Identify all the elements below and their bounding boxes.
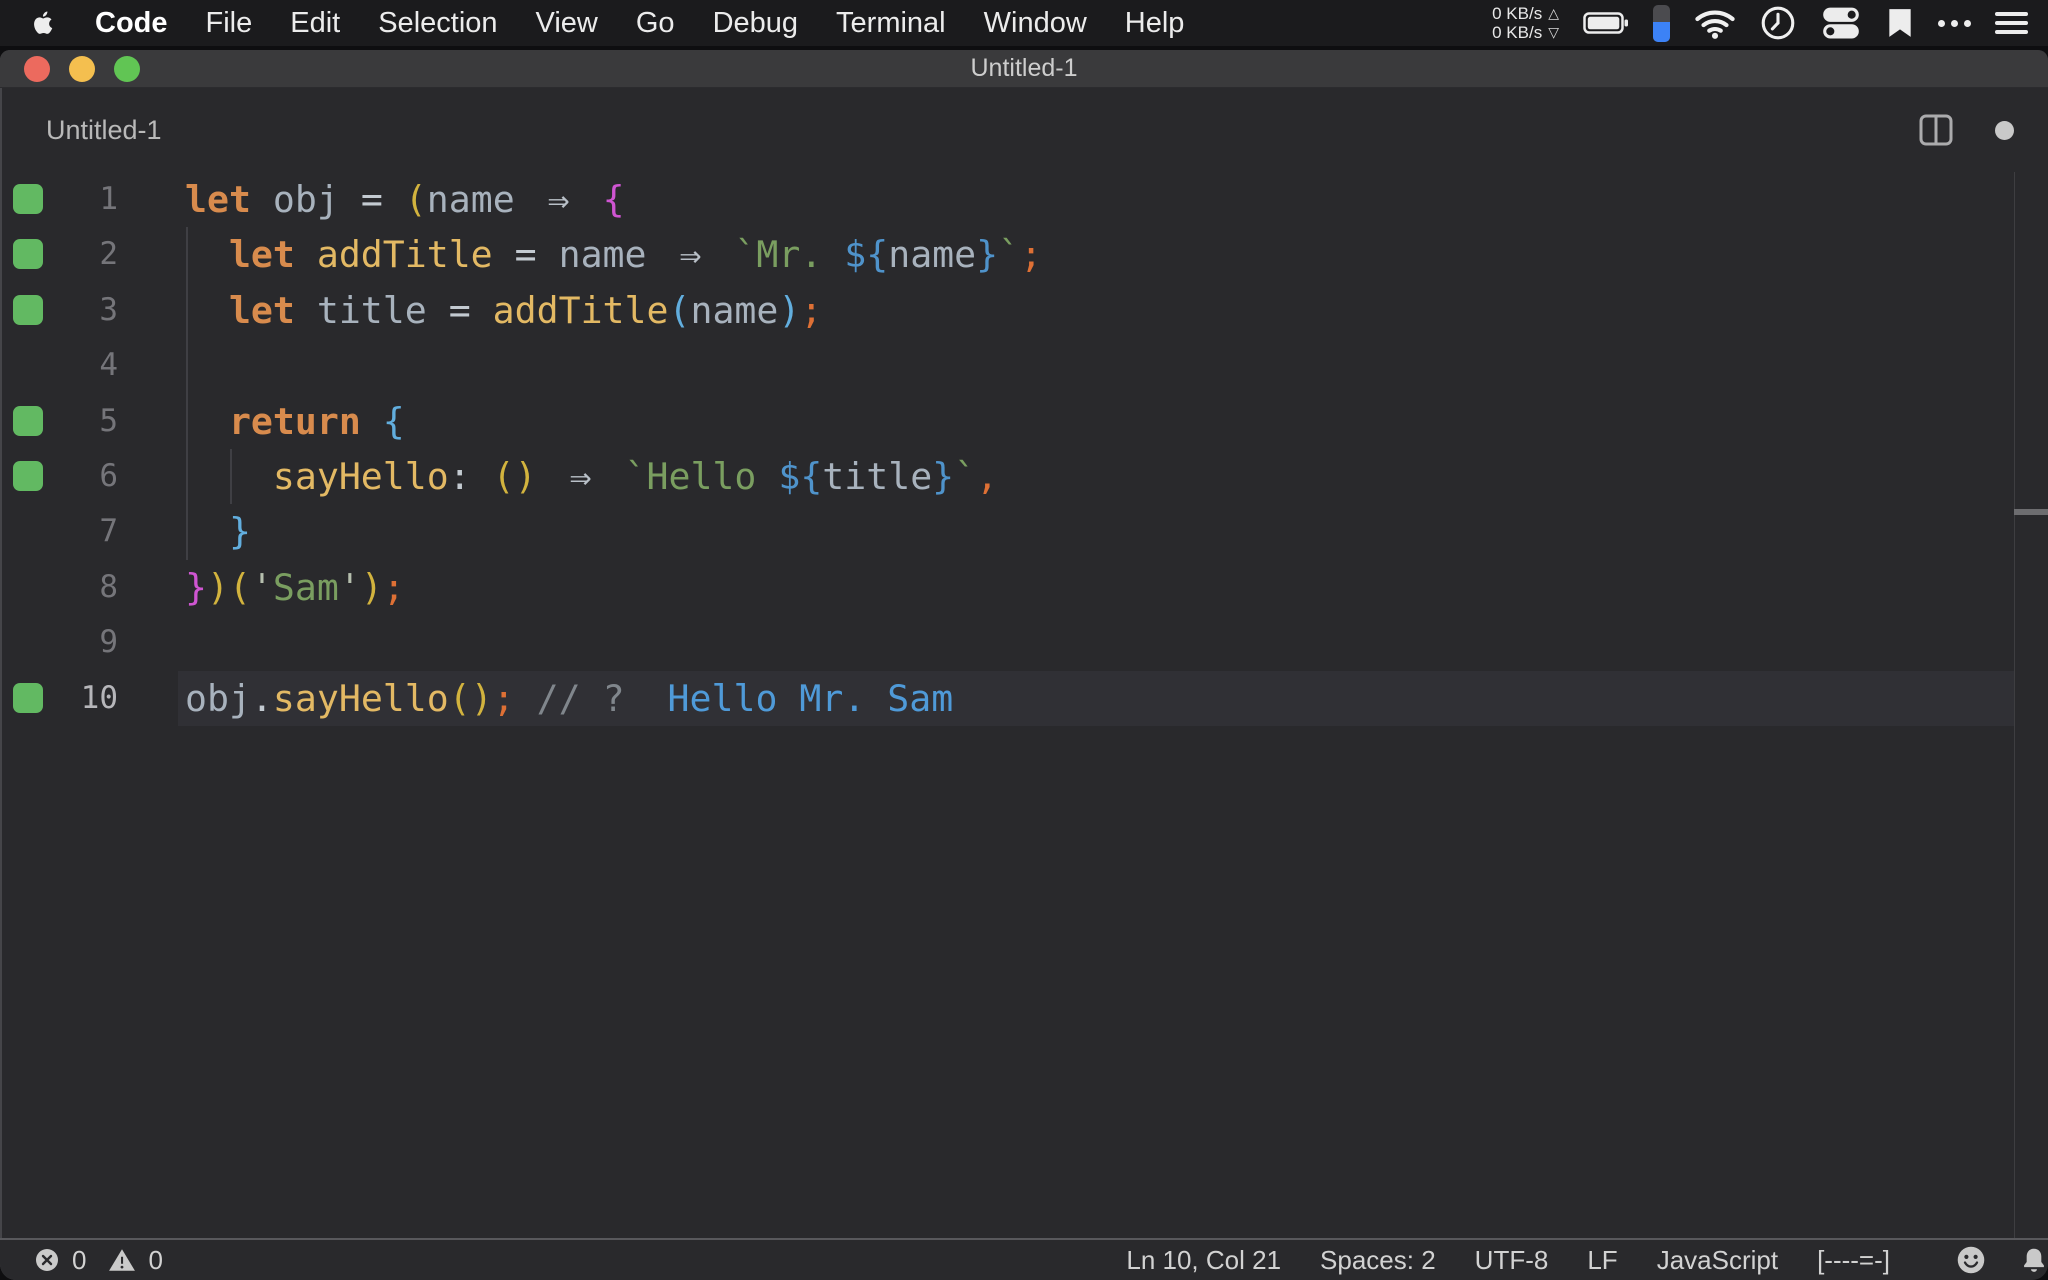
code-editor[interactable]: 1 let obj = (name ⇒ {2 let addTitle = nam… xyxy=(0,172,2048,1238)
code-text: let addTitle = name ⇒ `Mr. ${name}`; xyxy=(185,233,1043,277)
apple-menu-icon[interactable] xyxy=(30,9,54,37)
code-text: return { xyxy=(185,399,405,443)
unsaved-changes-dot[interactable] xyxy=(1995,120,2014,140)
coverage-square xyxy=(13,184,43,214)
menu-item-edit[interactable]: Edit xyxy=(290,7,340,40)
status-item-ln-10-col-21[interactable]: Ln 10, Col 21 xyxy=(1126,1245,1281,1276)
line-number[interactable]: 8 xyxy=(0,560,124,615)
code-line-8[interactable]: 8 })('Sam'); xyxy=(0,560,2048,615)
menu-item-terminal[interactable]: Terminal xyxy=(836,7,946,40)
upload-triangle-icon: △ xyxy=(1548,5,1559,21)
menu-item-window[interactable]: Window xyxy=(984,7,1087,40)
code-text: let title = addTitle(name); xyxy=(185,288,823,332)
coverage-square xyxy=(13,460,43,491)
clock-icon[interactable] xyxy=(1760,5,1796,41)
code-line-2[interactable]: 2 let addTitle = name ⇒ `Mr. ${name}`; xyxy=(0,227,2048,283)
line-number[interactable]: 4 xyxy=(0,338,124,393)
network-speed-indicator[interactable]: 0 KB/s △ 0 KB/s ▽ xyxy=(1492,4,1559,42)
warnings-count[interactable]: 0 xyxy=(148,1245,162,1276)
menu-items: Code File Edit Selection View Go Debug Termina… xyxy=(95,7,1184,40)
status-item-lf[interactable]: LF xyxy=(1587,1245,1617,1276)
code-text: let obj = (name ⇒ { xyxy=(185,178,625,221)
wifi-icon[interactable] xyxy=(1694,7,1736,39)
toggles-icon[interactable] xyxy=(1820,4,1862,42)
status-item-spaces-2[interactable]: Spaces: 2 xyxy=(1320,1245,1436,1276)
macos-menu-bar: Code File Edit Selection View Go Debug Termina… xyxy=(0,0,2048,46)
code-text: sayHello: () ⇒ `Hello ${title}`, xyxy=(185,454,999,498)
split-editor-icon[interactable] xyxy=(1919,114,1953,146)
window-title: Untitled-1 xyxy=(970,54,1078,82)
status-item-[interactable]: [----=-] xyxy=(1817,1245,1890,1276)
code-line-6[interactable]: 6 sayHello: () ⇒ `Hello ${title}`, xyxy=(0,448,2048,505)
code-line-7[interactable]: 7 } xyxy=(0,504,2048,560)
coverage-square xyxy=(13,239,43,270)
battery-icon[interactable] xyxy=(1583,11,1629,35)
menu-bar-status-icons: 0 KB/s △ 0 KB/s ▽ xyxy=(1492,4,2028,42)
bookmark-app-icon[interactable] xyxy=(1886,7,1914,39)
code-line-9[interactable]: 9 xyxy=(0,615,2048,670)
more-menu-icon[interactable] xyxy=(1938,19,1971,27)
menu-list-icon[interactable] xyxy=(1995,12,2028,34)
device-battery-icon[interactable] xyxy=(1653,4,1670,42)
notifications-bell-icon[interactable] xyxy=(2020,1245,2048,1275)
editor-tab-bar: Untitled-1 xyxy=(0,88,2048,172)
status-bar: 0 0 Ln 10, Col 21 Spaces: 2 UTF-8 LF JavaScr… xyxy=(0,1238,2048,1280)
vscode-window: Untitled-1 Untitled-1 1 let obj = (name ⇒… xyxy=(0,50,2048,1280)
tab-untitled-1[interactable]: Untitled-1 xyxy=(46,115,162,146)
errors-count[interactable]: 0 xyxy=(72,1245,86,1276)
menu-item-selection[interactable]: Selection xyxy=(378,7,497,40)
code-line-4[interactable]: 4 xyxy=(0,338,2048,394)
code-line-10[interactable]: 10 obj.sayHello(); // ? Hello Mr. Sam xyxy=(0,670,2048,726)
download-triangle-icon: ▽ xyxy=(1548,24,1559,40)
window-title-bar[interactable]: Untitled-1 xyxy=(0,50,2048,88)
menu-item-view[interactable]: View xyxy=(536,7,598,40)
coverage-square xyxy=(13,405,43,436)
quokka-inline-value: Hello Mr. Sam xyxy=(667,676,954,720)
code-line-5[interactable]: 5 return { xyxy=(0,393,2048,449)
coverage-square xyxy=(13,682,43,713)
code-text: obj.sayHello(); // ? Hello Mr. Sam xyxy=(185,676,954,720)
code-line-1[interactable]: 1 let obj = (name ⇒ { xyxy=(0,172,2048,227)
errors-icon[interactable] xyxy=(34,1247,60,1273)
menu-item-debug[interactable]: Debug xyxy=(713,7,798,40)
code-text: } xyxy=(185,510,251,554)
status-item-utf-8[interactable]: UTF-8 xyxy=(1475,1245,1549,1276)
menu-item-help[interactable]: Help xyxy=(1125,7,1185,40)
status-item-javascript[interactable]: JavaScript xyxy=(1657,1245,1778,1276)
menu-item-file[interactable]: File xyxy=(206,7,253,40)
menu-item-go[interactable]: Go xyxy=(636,7,675,40)
menu-item-code[interactable]: Code xyxy=(95,7,168,40)
warnings-icon[interactable] xyxy=(108,1247,136,1273)
code-text: })('Sam'); xyxy=(185,565,405,609)
line-number[interactable]: 9 xyxy=(0,615,124,670)
coverage-square xyxy=(13,294,43,325)
line-number[interactable]: 7 xyxy=(0,504,124,559)
code-line-3[interactable]: 3 let title = addTitle(name); xyxy=(0,282,2048,339)
feedback-smiley-icon[interactable] xyxy=(1956,1245,1986,1275)
